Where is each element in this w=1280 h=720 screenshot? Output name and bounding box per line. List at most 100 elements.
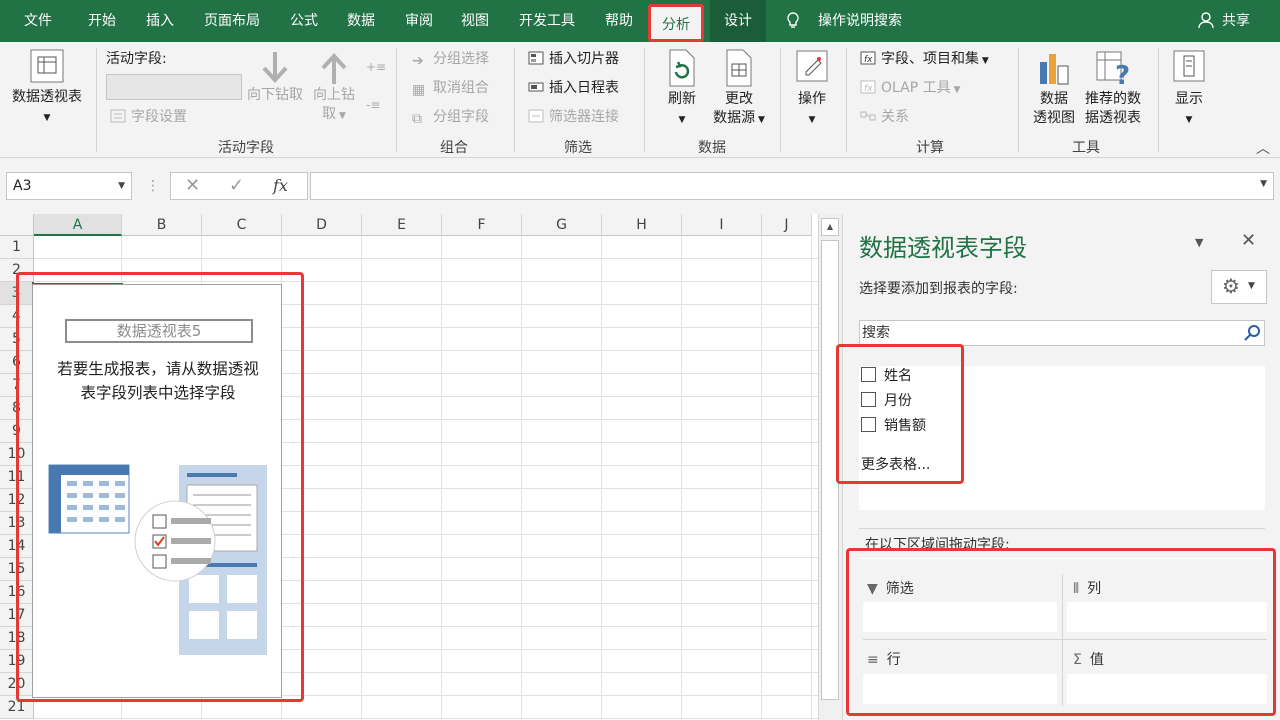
panel-options-chevron-icon[interactable]: ▼ <box>1195 236 1203 249</box>
tab-page-layout[interactable]: 页面布局 <box>196 0 268 42</box>
collapse-field-icon[interactable]: -≡ <box>366 98 384 112</box>
tab-design[interactable]: 设计 <box>710 0 766 42</box>
column-header-b[interactable]: B <box>122 214 202 236</box>
grid-column-line <box>681 236 682 720</box>
insert-function-icon[interactable]: fx <box>273 176 288 195</box>
svg-text:?: ? <box>1115 61 1130 88</box>
cancel-icon[interactable]: ✕ <box>185 175 200 196</box>
tab-developer[interactable]: 开发工具 <box>508 0 586 42</box>
tab-help[interactable]: 帮助 <box>592 0 646 42</box>
change-data-source-button[interactable]: 更改 数据源 ▼ <box>708 48 770 130</box>
formula-bar: A3 ▼ ⋮ ✕ ✓ fx ▼ <box>0 158 1280 214</box>
tab-insert[interactable]: 插入 <box>132 0 188 42</box>
arrow-up-icon <box>321 53 347 84</box>
insert-slicer-button[interactable]: 插入切片器 <box>528 48 619 70</box>
search-icon[interactable] <box>1244 324 1262 342</box>
show-label: 显示 <box>1175 91 1203 107</box>
olap-tools-label: OLAP 工具 <box>881 80 951 96</box>
grid-column-line <box>361 236 362 720</box>
fields-items-sets-label: 字段、项目和集 <box>881 51 979 67</box>
search-placeholder: 搜索 <box>862 325 890 341</box>
scroll-up-icon[interactable]: ▲ <box>821 218 839 236</box>
relationships-icon <box>860 111 876 121</box>
tab-data[interactable]: 数据 <box>334 0 388 42</box>
active-field-input[interactable] <box>106 74 242 100</box>
row-header-1[interactable]: 1 <box>0 236 34 259</box>
highlight-box-areas <box>846 548 1276 716</box>
dropdown-arrow-icon: ▼ <box>1185 115 1193 125</box>
tab-analyze[interactable]: 分析 <box>648 4 704 42</box>
group-field-button[interactable]: ⧉ 分组字段 <box>412 106 489 128</box>
pivot-table-label: 数据透视表 <box>12 89 82 105</box>
group-selection-button[interactable]: ➔ 分组选择 <box>412 48 489 70</box>
panel-subtitle: 选择要添加到报表的字段: <box>859 281 1018 297</box>
insert-slicer-label: 插入切片器 <box>549 51 619 67</box>
actions-button[interactable]: 操作 ▼ <box>788 48 836 130</box>
column-header-c[interactable]: C <box>202 214 282 236</box>
relationships-button[interactable]: 关系 <box>860 106 909 128</box>
column-header-e[interactable]: E <box>362 214 442 236</box>
share-button[interactable]: 共享 <box>1197 0 1250 42</box>
select-all-corner[interactable] <box>0 214 34 236</box>
column-header-a[interactable]: A <box>34 214 122 236</box>
dropdown-arrow-icon: ▼ <box>43 113 51 123</box>
formula-buttons: ✕ ✓ fx <box>170 172 308 200</box>
olap-tools-button[interactable]: fx OLAP 工具 ▼ <box>860 77 960 99</box>
dropdown-arrow-icon: ▼ <box>950 85 961 95</box>
confirm-icon[interactable]: ✓ <box>229 175 244 196</box>
pivot-chart-button[interactable]: 数据 透视图 <box>1028 48 1080 128</box>
tell-me-search[interactable]: 操作说明搜索 <box>786 0 902 42</box>
name-box[interactable]: A3 ▼ <box>6 172 132 200</box>
tab-formulas[interactable]: 公式 <box>278 0 330 42</box>
drill-down-label: 向下钻取 <box>247 87 303 103</box>
expand-field-icon[interactable]: +≡ <box>366 60 386 74</box>
tools-group-title: 工具 <box>1072 140 1100 156</box>
active-field-group-title: 活动字段 <box>218 140 274 156</box>
drill-up-label-1: 向上钻 <box>313 87 355 103</box>
timeline-icon <box>528 82 544 92</box>
recommended-pivot-button[interactable]: ? 推荐的数 据透视表 <box>1080 48 1146 128</box>
field-settings-button[interactable]: 字段设置 <box>110 106 187 128</box>
fields-items-sets-button[interactable]: fx 字段、项目和集 ▼ <box>860 48 989 70</box>
svg-text:fx: fx <box>864 84 873 94</box>
group-group-title: 组合 <box>440 140 468 156</box>
column-header-h[interactable]: H <box>602 214 682 236</box>
tab-home[interactable]: 开始 <box>74 0 130 42</box>
field-search-input[interactable]: 搜索 <box>859 320 1265 346</box>
pivot-table-button[interactable]: 数据透视表 ▼ <box>4 46 90 134</box>
formula-input[interactable]: ▼ <box>310 172 1274 200</box>
slicer-icon <box>528 51 544 65</box>
close-icon[interactable]: ✕ <box>1241 230 1256 251</box>
column-header-d[interactable]: D <box>282 214 362 236</box>
column-header-g[interactable]: G <box>522 214 602 236</box>
tab-file[interactable]: 文件 <box>10 0 66 42</box>
column-header-i[interactable]: I <box>682 214 762 236</box>
name-box-value: A3 <box>13 178 32 194</box>
field-list-settings-button[interactable]: ⚙ ▼ <box>1211 270 1267 304</box>
relationships-label: 关系 <box>881 109 909 125</box>
ungroup-button[interactable]: ▦ 取消组合 <box>412 77 489 99</box>
recommended-pivot-icon: ? <box>1096 51 1130 88</box>
actions-label: 操作 <box>798 91 826 107</box>
field-settings-icon <box>110 109 126 123</box>
refresh-button[interactable]: 刷新 ▼ <box>656 48 708 130</box>
drag-handle-icon[interactable]: ⋮ <box>146 178 160 194</box>
column-header-f[interactable]: F <box>442 214 522 236</box>
pivot-chart-icon <box>1040 54 1069 85</box>
filter-connections-button[interactable]: 筛选器连接 <box>528 106 619 128</box>
chevron-down-icon[interactable]: ▼ <box>118 173 125 199</box>
data-group-title: 数据 <box>698 140 726 156</box>
collapse-ribbon-icon[interactable]: ︿ <box>1256 138 1270 158</box>
show-button[interactable]: 显示 ▼ <box>1166 48 1212 130</box>
change-data-source-icon <box>726 49 752 87</box>
tab-view[interactable]: 视图 <box>448 0 502 42</box>
drill-down-button[interactable]: 向下钻取 <box>244 50 306 105</box>
column-header-j[interactable]: J <box>762 214 812 236</box>
chevron-down-icon[interactable]: ▼ <box>1260 179 1267 189</box>
dropdown-arrow-icon: ▼ <box>979 56 989 66</box>
insert-timeline-button[interactable]: 插入日程表 <box>528 77 619 99</box>
arrow-right-icon: ➔ <box>412 53 424 69</box>
tab-review[interactable]: 审阅 <box>392 0 446 42</box>
drill-up-button[interactable]: 向上钻取 ▼ <box>306 50 362 126</box>
panel-title: 数据透视表字段 <box>859 234 1027 262</box>
